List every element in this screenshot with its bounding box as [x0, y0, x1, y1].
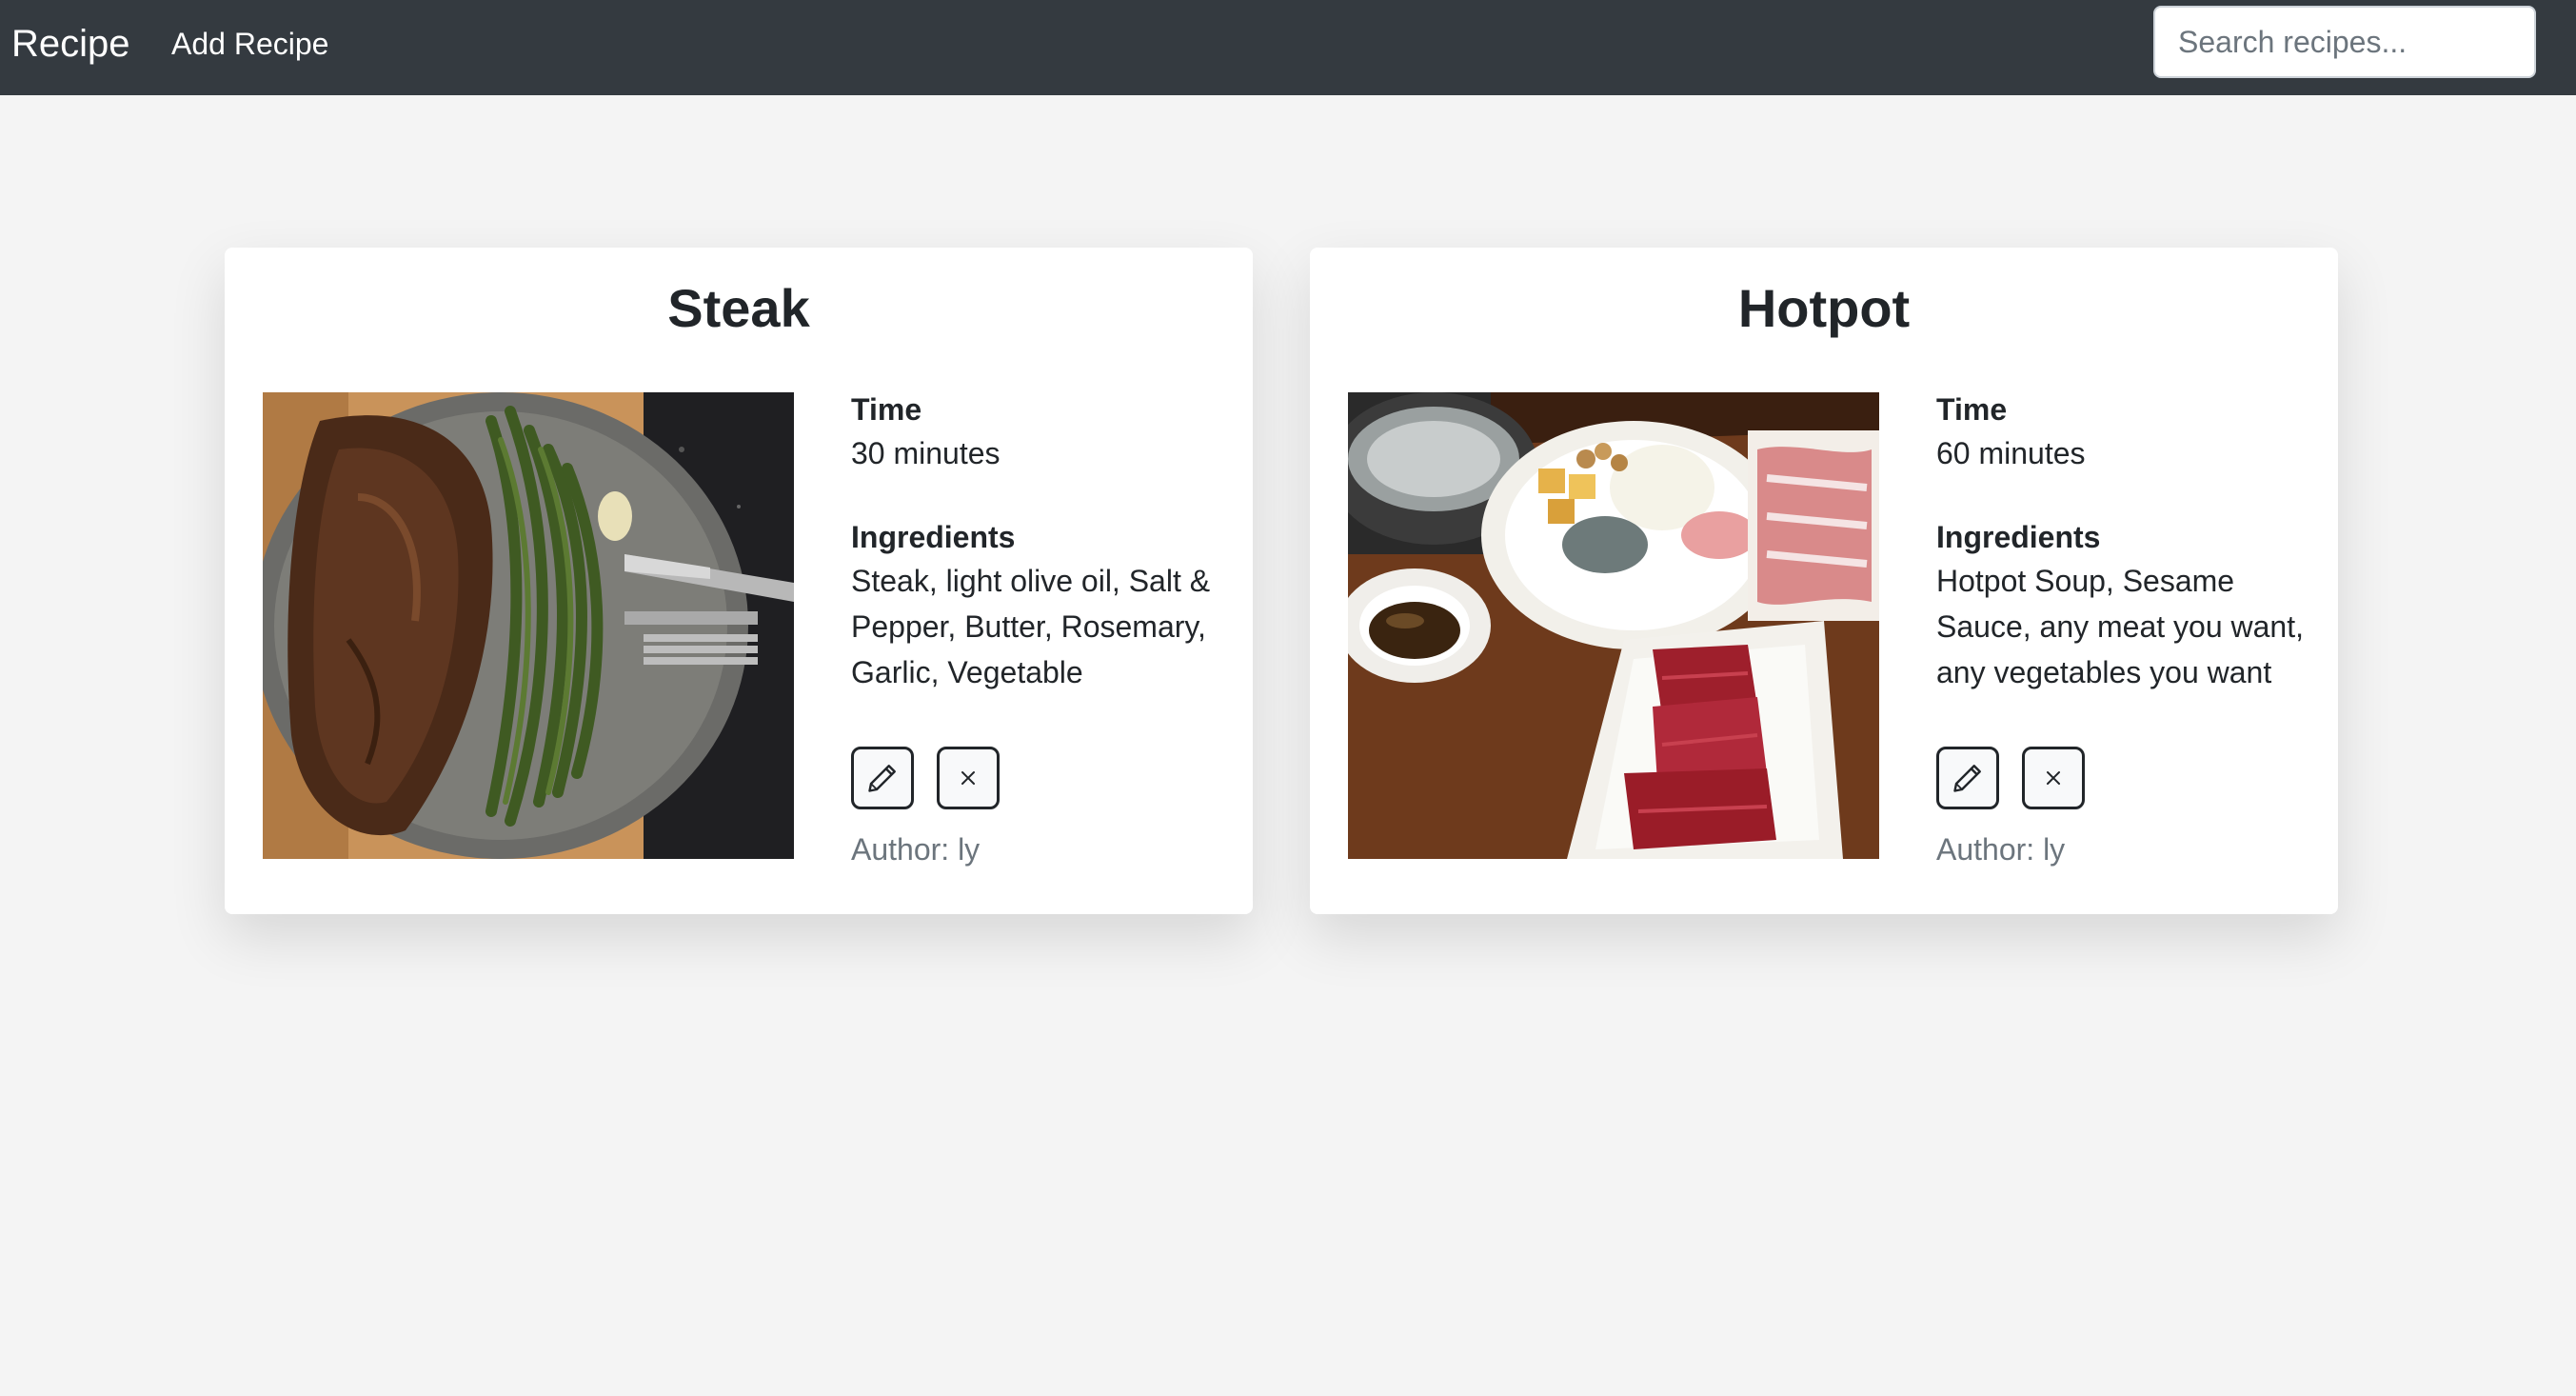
- top-navbar: Recipe Add Recipe: [0, 0, 2576, 95]
- steak-photo-image: [263, 392, 794, 859]
- ingredients-value: Hotpot Soup, Sesame Sauce, any meat you …: [1936, 564, 2304, 689]
- recipe-photo: [1348, 392, 1879, 859]
- time-label: Time: [851, 392, 922, 427]
- pencil-icon: [868, 765, 896, 792]
- search-input[interactable]: [2153, 6, 2536, 78]
- close-icon: [2047, 771, 2061, 785]
- ingredients-value: Steak, light olive oil, Salt & Pepper, B…: [851, 564, 1211, 689]
- recipe-title: Steak: [667, 278, 810, 338]
- close-icon: [961, 771, 976, 785]
- ingredients-label: Ingredients: [1936, 520, 2101, 554]
- recipe-card-steak: Steak Time 30 minutes Ingredients Steak,…: [225, 248, 1253, 914]
- recipe-info: Time 30 minutes Ingredients Steak, light…: [851, 389, 1232, 695]
- time-value: 60 minutes: [1936, 436, 2086, 470]
- edit-button[interactable]: [1936, 747, 1999, 809]
- recipe-info: Time 60 minutes Ingredients Hotpot Soup,…: [1936, 389, 2317, 695]
- recipe-card-hotpot: Hotpot Time 60 minutes Ingredients Hotpo…: [1310, 248, 2338, 914]
- recipe-author: Author: ly: [851, 832, 981, 867]
- recipe-actions: [1936, 747, 2104, 809]
- delete-button[interactable]: [937, 747, 1001, 809]
- time-label: Time: [1936, 392, 2008, 427]
- recipe-author: Author: ly: [1936, 832, 2066, 867]
- recipe-title: Hotpot: [1737, 278, 1911, 338]
- hotpot-photo-image: [1348, 392, 1879, 859]
- recipe-photo: [263, 392, 794, 859]
- add-recipe-link[interactable]: Add Recipe: [171, 21, 328, 67]
- brand-link[interactable]: Recipe: [11, 17, 130, 70]
- recipe-actions: [851, 747, 1019, 809]
- edit-button[interactable]: [851, 747, 914, 809]
- pencil-icon: [1953, 765, 1981, 792]
- delete-button[interactable]: [2022, 747, 2086, 809]
- ingredients-label: Ingredients: [851, 520, 1016, 554]
- time-value: 30 minutes: [851, 436, 1001, 470]
